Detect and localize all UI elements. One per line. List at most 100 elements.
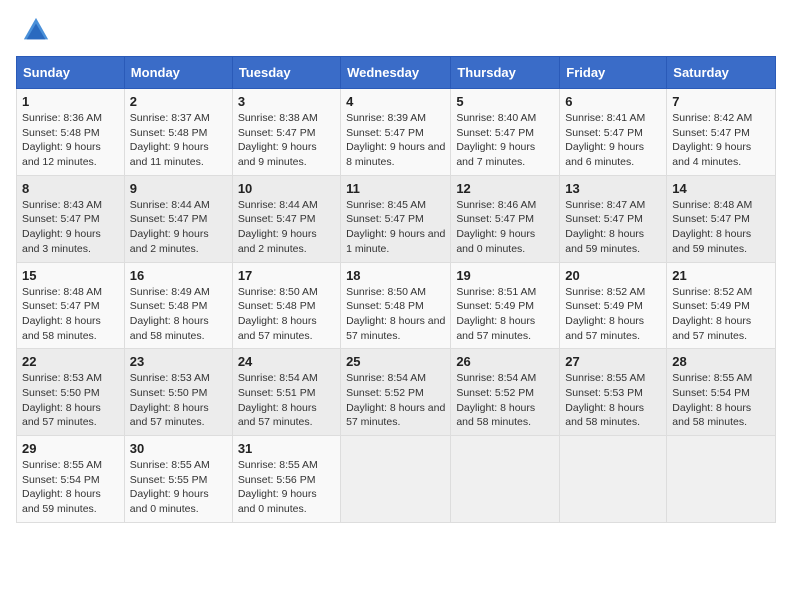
calendar-body: 1 Sunrise: 8:36 AMSunset: 5:48 PMDaylight…	[17, 89, 776, 523]
column-header-sunday: Sunday	[17, 57, 125, 89]
day-detail: Sunrise: 8:53 AMSunset: 5:50 PMDaylight:…	[130, 371, 227, 430]
day-number: 24	[238, 354, 335, 369]
day-number: 14	[672, 181, 770, 196]
day-number: 26	[456, 354, 554, 369]
day-number: 22	[22, 354, 119, 369]
calendar-cell: 13 Sunrise: 8:47 AMSunset: 5:47 PMDayligh…	[560, 175, 667, 262]
day-number: 6	[565, 94, 661, 109]
day-detail: Sunrise: 8:48 AMSunset: 5:47 PMDaylight:…	[672, 198, 770, 257]
day-detail: Sunrise: 8:49 AMSunset: 5:48 PMDaylight:…	[130, 285, 227, 344]
day-number: 7	[672, 94, 770, 109]
calendar-cell: 22 Sunrise: 8:53 AMSunset: 5:50 PMDayligh…	[17, 349, 125, 436]
day-number: 15	[22, 268, 119, 283]
day-detail: Sunrise: 8:36 AMSunset: 5:48 PMDaylight:…	[22, 111, 119, 170]
calendar-cell: 15 Sunrise: 8:48 AMSunset: 5:47 PMDayligh…	[17, 262, 125, 349]
page-header	[16, 16, 776, 44]
day-number: 3	[238, 94, 335, 109]
day-detail: Sunrise: 8:54 AMSunset: 5:51 PMDaylight:…	[238, 371, 335, 430]
day-number: 12	[456, 181, 554, 196]
calendar-week-row: 15 Sunrise: 8:48 AMSunset: 5:47 PMDayligh…	[17, 262, 776, 349]
calendar-cell: 30 Sunrise: 8:55 AMSunset: 5:55 PMDayligh…	[124, 436, 232, 523]
day-detail: Sunrise: 8:55 AMSunset: 5:55 PMDaylight:…	[130, 458, 227, 517]
day-detail: Sunrise: 8:54 AMSunset: 5:52 PMDaylight:…	[456, 371, 554, 430]
day-number: 4	[346, 94, 445, 109]
day-number: 23	[130, 354, 227, 369]
column-header-tuesday: Tuesday	[232, 57, 340, 89]
day-detail: Sunrise: 8:50 AMSunset: 5:48 PMDaylight:…	[238, 285, 335, 344]
calendar-cell: 25 Sunrise: 8:54 AMSunset: 5:52 PMDayligh…	[341, 349, 451, 436]
column-header-friday: Friday	[560, 57, 667, 89]
column-header-monday: Monday	[124, 57, 232, 89]
calendar-cell	[667, 436, 776, 523]
calendar-cell: 24 Sunrise: 8:54 AMSunset: 5:51 PMDayligh…	[232, 349, 340, 436]
day-number: 27	[565, 354, 661, 369]
calendar-cell: 7Sunrise: 8:42 AMSunset: 5:47 PMDaylight…	[667, 89, 776, 176]
calendar-week-row: 22 Sunrise: 8:53 AMSunset: 5:50 PMDayligh…	[17, 349, 776, 436]
day-number: 21	[672, 268, 770, 283]
column-header-thursday: Thursday	[451, 57, 560, 89]
calendar-cell: 3 Sunrise: 8:38 AMSunset: 5:47 PMDaylight…	[232, 89, 340, 176]
day-detail: Sunrise: 8:55 AMSunset: 5:56 PMDaylight:…	[238, 458, 335, 517]
day-number: 16	[130, 268, 227, 283]
column-header-wednesday: Wednesday	[341, 57, 451, 89]
calendar-week-row: 8Sunrise: 8:43 AMSunset: 5:47 PMDaylight…	[17, 175, 776, 262]
day-detail: Sunrise: 8:55 AMSunset: 5:54 PMDaylight:…	[672, 371, 770, 430]
day-detail: Sunrise: 8:47 AMSunset: 5:47 PMDaylight:…	[565, 198, 661, 257]
day-detail: Sunrise: 8:45 AMSunset: 5:47 PMDaylight:…	[346, 198, 445, 257]
calendar-cell: 27 Sunrise: 8:55 AMSunset: 5:53 PMDayligh…	[560, 349, 667, 436]
logo-icon	[22, 16, 50, 44]
calendar-cell: 5 Sunrise: 8:40 AMSunset: 5:47 PMDaylight…	[451, 89, 560, 176]
day-number: 28	[672, 354, 770, 369]
column-header-saturday: Saturday	[667, 57, 776, 89]
calendar-cell: 1 Sunrise: 8:36 AMSunset: 5:48 PMDaylight…	[17, 89, 125, 176]
calendar-week-row: 29Sunrise: 8:55 AMSunset: 5:54 PMDayligh…	[17, 436, 776, 523]
calendar-cell	[341, 436, 451, 523]
calendar-cell: 19Sunrise: 8:51 AMSunset: 5:49 PMDayligh…	[451, 262, 560, 349]
day-detail: Sunrise: 8:44 AMSunset: 5:47 PMDaylight:…	[238, 198, 335, 257]
day-number: 11	[346, 181, 445, 196]
calendar-cell: 14 Sunrise: 8:48 AMSunset: 5:47 PMDayligh…	[667, 175, 776, 262]
day-number: 5	[456, 94, 554, 109]
day-detail: Sunrise: 8:48 AMSunset: 5:47 PMDaylight:…	[22, 285, 119, 344]
day-number: 1	[22, 94, 119, 109]
day-number: 2	[130, 94, 227, 109]
calendar-cell: 20Sunrise: 8:52 AMSunset: 5:49 PMDayligh…	[560, 262, 667, 349]
day-number: 17	[238, 268, 335, 283]
calendar-cell: 9 Sunrise: 8:44 AMSunset: 5:47 PMDaylight…	[124, 175, 232, 262]
day-number: 20	[565, 268, 661, 283]
day-detail: Sunrise: 8:44 AMSunset: 5:47 PMDaylight:…	[130, 198, 227, 257]
day-number: 9	[130, 181, 227, 196]
calendar-cell	[451, 436, 560, 523]
calendar-cell: 18Sunrise: 8:50 AMSunset: 5:48 PMDayligh…	[341, 262, 451, 349]
calendar-table: SundayMondayTuesdayWednesdayThursdayFrid…	[16, 56, 776, 523]
calendar-cell: 12 Sunrise: 8:46 AMSunset: 5:47 PMDayligh…	[451, 175, 560, 262]
calendar-cell: 17 Sunrise: 8:50 AMSunset: 5:48 PMDayligh…	[232, 262, 340, 349]
day-detail: Sunrise: 8:38 AMSunset: 5:47 PMDaylight:…	[238, 111, 335, 170]
day-detail: Sunrise: 8:54 AMSunset: 5:52 PMDaylight:…	[346, 371, 445, 430]
calendar-cell: 2Sunrise: 8:37 AMSunset: 5:48 PMDaylight…	[124, 89, 232, 176]
calendar-cell: 26 Sunrise: 8:54 AMSunset: 5:52 PMDayligh…	[451, 349, 560, 436]
calendar-cell: 8Sunrise: 8:43 AMSunset: 5:47 PMDaylight…	[17, 175, 125, 262]
day-detail: Sunrise: 8:51 AMSunset: 5:49 PMDaylight:…	[456, 285, 554, 344]
day-number: 8	[22, 181, 119, 196]
day-number: 13	[565, 181, 661, 196]
day-detail: Sunrise: 8:52 AMSunset: 5:49 PMDaylight:…	[672, 285, 770, 344]
calendar-cell: 23 Sunrise: 8:53 AMSunset: 5:50 PMDayligh…	[124, 349, 232, 436]
calendar-cell	[560, 436, 667, 523]
day-number: 30	[130, 441, 227, 456]
calendar-cell: 16 Sunrise: 8:49 AMSunset: 5:48 PMDayligh…	[124, 262, 232, 349]
logo	[16, 16, 54, 44]
calendar-cell: 31Sunrise: 8:55 AMSunset: 5:56 PMDayligh…	[232, 436, 340, 523]
day-detail: Sunrise: 8:39 AMSunset: 5:47 PMDaylight:…	[346, 111, 445, 170]
day-detail: Sunrise: 8:55 AMSunset: 5:53 PMDaylight:…	[565, 371, 661, 430]
calendar-cell: 29Sunrise: 8:55 AMSunset: 5:54 PMDayligh…	[17, 436, 125, 523]
day-detail: Sunrise: 8:46 AMSunset: 5:47 PMDaylight:…	[456, 198, 554, 257]
day-number: 18	[346, 268, 445, 283]
day-number: 29	[22, 441, 119, 456]
calendar-week-row: 1 Sunrise: 8:36 AMSunset: 5:48 PMDaylight…	[17, 89, 776, 176]
day-detail: Sunrise: 8:40 AMSunset: 5:47 PMDaylight:…	[456, 111, 554, 170]
calendar-cell: 4 Sunrise: 8:39 AMSunset: 5:47 PMDaylight…	[341, 89, 451, 176]
calendar-cell: 6Sunrise: 8:41 AMSunset: 5:47 PMDaylight…	[560, 89, 667, 176]
day-number: 25	[346, 354, 445, 369]
day-detail: Sunrise: 8:53 AMSunset: 5:50 PMDaylight:…	[22, 371, 119, 430]
